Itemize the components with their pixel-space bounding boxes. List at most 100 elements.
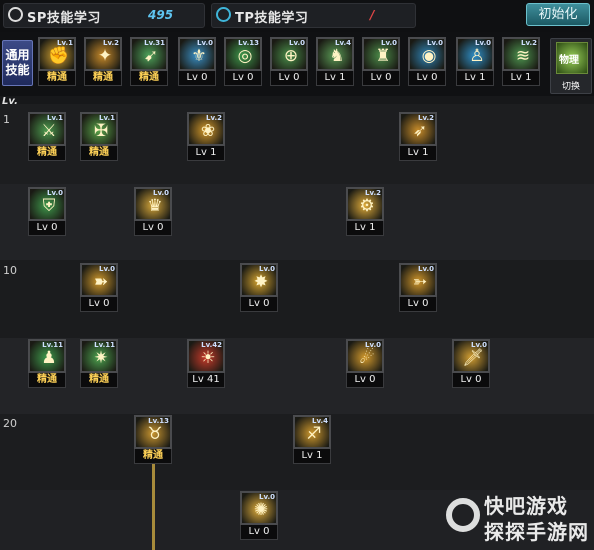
tier-band-2 — [0, 184, 594, 260]
skill-level-label: 精通 — [80, 373, 118, 388]
skill-glyph: ♟ — [41, 348, 57, 368]
skill-slot[interactable]: ♛ Lv.0 Lv 0 — [134, 187, 172, 237]
initialize-button[interactable]: 初始化 — [526, 3, 590, 26]
sp-label: SP技能学习 — [27, 11, 101, 26]
skill-slot[interactable]: ✊ Lv.1 精通 — [38, 37, 76, 87]
skill-level-label: Lv 0 — [408, 71, 446, 86]
sp-panel: SP技能学习 495 — [3, 3, 205, 28]
flex-green-icon: ♜ Lv.0 — [362, 37, 400, 71]
skill-slot[interactable]: ✷ Lv.11 精通 — [80, 339, 118, 389]
skill-slot[interactable]: ♟ Lv.11 精通 — [28, 339, 66, 389]
green-cross-icon: ✠ Lv.1 — [80, 112, 118, 146]
skill-level-label: 精通 — [80, 146, 118, 161]
skill-small-level: Lv.0 — [197, 39, 213, 47]
skill-slot[interactable]: ◉ Lv.0 Lv 0 — [408, 37, 446, 87]
skill-slot[interactable]: ❀ Lv.2 Lv 1 — [187, 112, 225, 162]
target-cross-icon: ⊕ Lv.0 — [270, 37, 308, 71]
switch-label: 切换 — [561, 82, 580, 92]
skill-glyph: ≋ — [515, 46, 531, 66]
skill-slot[interactable]: ✦ Lv.2 精通 — [84, 37, 122, 87]
skill-glyph: ⚔ — [41, 121, 57, 141]
row-label-1: 1 — [3, 113, 10, 126]
skill-slot[interactable]: ✠ Lv.1 精通 — [80, 112, 118, 162]
skill-slot[interactable]: ➽ Lv.0 Lv 0 — [80, 263, 118, 313]
skill-level-label: Lv 0 — [178, 71, 216, 86]
skill-glyph: ➹ — [143, 46, 159, 66]
skill-glyph: ♞ — [329, 46, 345, 66]
blue-eye-icon: ◉ Lv.0 — [408, 37, 446, 71]
skill-slot[interactable]: ☄ Lv.0 Lv 0 — [346, 339, 384, 389]
skill-slot[interactable]: ✺ Lv.0 Lv 0 — [240, 491, 278, 541]
skill-level-label: 精通 — [38, 71, 76, 86]
skill-slot[interactable]: ◎ Lv.13 Lv 0 — [224, 37, 262, 87]
gold-fan-icon: ✺ Lv.0 — [240, 491, 278, 525]
skill-slot[interactable]: ➹ Lv.31 精通 — [130, 37, 168, 87]
skill-slot[interactable]: ♞ Lv.4 Lv 1 — [316, 37, 354, 87]
skill-glyph: ✦ — [97, 46, 113, 66]
row-label-10: 10 — [3, 264, 17, 277]
skill-slot[interactable]: ⚔ Lv.1 精通 — [28, 112, 66, 162]
skill-glyph: ✺ — [253, 500, 269, 520]
site-watermark: 快吧游戏 探探手游网 — [444, 484, 594, 550]
skill-tree-connector — [152, 462, 155, 550]
warrior-stance-icon: ♞ Lv.4 — [316, 37, 354, 71]
gold-claw-icon: ❀ Lv.2 — [187, 112, 225, 146]
skill-slot[interactable]: ≋ Lv.2 Lv 1 — [502, 37, 540, 87]
skill-small-level: Lv.1 — [99, 114, 115, 122]
skill-small-level: Lv.0 — [365, 341, 381, 349]
gold-beast-icon: ♉ Lv.13 — [134, 415, 172, 449]
skill-small-level: Lv.11 — [94, 341, 115, 349]
gold-dash-icon: ➽ Lv.0 — [80, 263, 118, 297]
sp-value: 495 — [148, 8, 174, 22]
common-skills-button[interactable]: 通用 技能 — [2, 40, 33, 86]
skill-level-label: 精通 — [84, 71, 122, 86]
skill-glyph: ♐ — [306, 424, 322, 444]
skill-small-level: Lv.0 — [381, 39, 397, 47]
skill-slot[interactable]: ♐ Lv.4 Lv 1 — [293, 415, 331, 465]
skill-level-label: Lv 0 — [240, 297, 278, 312]
gold-burst-icon: ✦ Lv.2 — [84, 37, 122, 71]
skill-slot[interactable]: ♜ Lv.0 Lv 0 — [362, 37, 400, 87]
watermark-line-1: 快吧游戏 — [484, 494, 568, 518]
skill-level-label: 精通 — [134, 449, 172, 464]
skill-level-label: Lv 0 — [346, 373, 384, 388]
skill-slot[interactable]: ⊕ Lv.0 Lv 0 — [270, 37, 308, 87]
skill-level-label: 精通 — [28, 146, 66, 161]
skill-glyph: ⚙ — [359, 196, 375, 216]
skill-slot[interactable]: ⛨ Lv.0 Lv 0 — [28, 187, 66, 237]
skill-slot[interactable]: ♙ Lv.0 Lv 1 — [456, 37, 494, 87]
common-label-1: 通用 — [5, 48, 30, 62]
skill-level-label: Lv 1 — [346, 221, 384, 236]
physical-switch-icon: 物理 — [556, 42, 588, 74]
skill-slot[interactable]: ➳ Lv.0 Lv 0 — [399, 263, 437, 313]
red-demon-icon: ☀ Lv.42 — [187, 339, 225, 373]
skill-slot[interactable]: ⚙ Lv.2 Lv 1 — [346, 187, 384, 237]
green-stripes-icon: ≋ Lv.2 — [502, 37, 540, 71]
skill-slot[interactable]: ⚜ Lv.0 Lv 0 — [178, 37, 216, 87]
skill-level-label: Lv 1 — [399, 146, 437, 161]
skill-small-level: Lv.4 — [312, 417, 328, 425]
skill-small-level: Lv.0 — [259, 265, 275, 273]
skill-small-level: Lv.0 — [475, 39, 491, 47]
skill-small-level: Lv.2 — [103, 39, 119, 47]
switch-button[interactable]: 物理 切换 — [550, 38, 592, 94]
skill-slot[interactable]: ♉ Lv.13 精通 — [134, 415, 172, 465]
skill-level-label: Lv 0 — [452, 373, 490, 388]
skill-small-level: Lv.1 — [47, 114, 63, 122]
skill-small-level: Lv.42 — [201, 341, 222, 349]
skill-glyph: ➶ — [412, 121, 428, 141]
skill-slot[interactable]: 🗡 Lv.0 Lv 0 — [452, 339, 490, 389]
skill-slot[interactable]: ➶ Lv.2 Lv 1 — [399, 112, 437, 162]
skill-glyph: ◎ — [237, 46, 253, 66]
green-star-icon: ✷ Lv.11 — [80, 339, 118, 373]
arms-flex-icon: ✊ Lv.1 — [38, 37, 76, 71]
skill-glyph: ☀ — [200, 348, 216, 368]
skill-slot[interactable]: ✸ Lv.0 Lv 0 — [240, 263, 278, 313]
tp-panel: TP技能学习 / — [211, 3, 416, 28]
skill-slot[interactable]: ☀ Lv.42 Lv 41 — [187, 339, 225, 389]
gold-wave-icon: ☄ Lv.0 — [346, 339, 384, 373]
skill-small-level: Lv.0 — [418, 265, 434, 273]
skill-glyph: ◉ — [421, 46, 437, 66]
skill-level-label: Lv 0 — [80, 297, 118, 312]
tp-value: / — [370, 8, 375, 22]
